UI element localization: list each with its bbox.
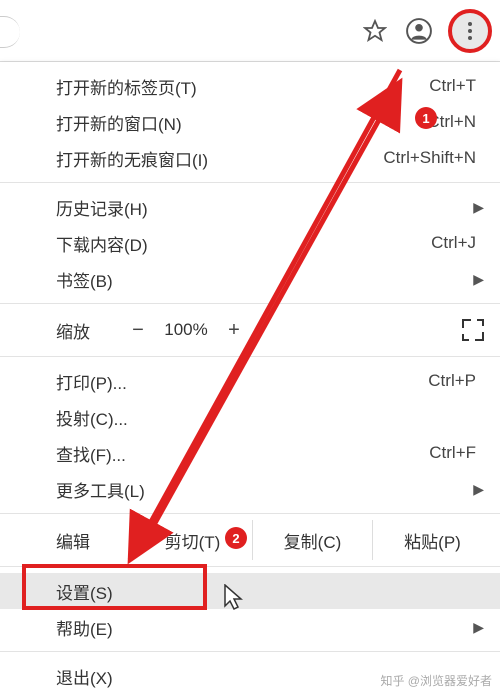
main-menu-button[interactable] [448, 9, 492, 53]
menu-label: 帮助(E) [56, 615, 476, 640]
menu-label: 打开新的标签页(T) [56, 74, 429, 99]
paste-button[interactable]: 粘贴(P) [372, 520, 492, 560]
menu-divider [0, 513, 500, 514]
zoom-value: 100% [156, 320, 216, 340]
menu-label: 打印(P)... [56, 369, 428, 394]
chevron-right-icon: ▶ [473, 619, 484, 636]
menu-label: 打开新的无痕窗口(I) [56, 146, 383, 171]
watermark: 知乎 @浏览器爱好者 [380, 672, 492, 689]
menu-divider [0, 303, 500, 304]
menu-shortcut: Ctrl+F [429, 443, 476, 463]
chevron-right-icon: ▶ [473, 481, 484, 498]
menu-label: 投射(C)... [56, 405, 476, 430]
menu-label: 设置(S) [56, 579, 476, 604]
copy-button[interactable]: 复制(C) [252, 520, 372, 560]
menu-shortcut: Ctrl+J [431, 233, 476, 253]
kebab-icon [468, 22, 472, 40]
main-menu: 打开新的标签页(T) Ctrl+T 打开新的窗口(N) Ctrl+N 打开新的无… [0, 62, 500, 700]
browser-toolbar [0, 0, 500, 62]
menu-print[interactable]: 打印(P)... Ctrl+P [0, 363, 500, 399]
chevron-right-icon: ▶ [473, 199, 484, 216]
menu-label: 更多工具(L) [56, 477, 476, 502]
menu-new-incognito[interactable]: 打开新的无痕窗口(I) Ctrl+Shift+N [0, 140, 500, 176]
zoom-in-button[interactable]: + [216, 319, 252, 342]
menu-find[interactable]: 查找(F)... Ctrl+F [0, 435, 500, 471]
edit-label: 编辑 [56, 528, 132, 553]
menu-edit: 编辑 剪切(T) 复制(C) 粘贴(P) [0, 520, 500, 560]
menu-new-tab[interactable]: 打开新的标签页(T) Ctrl+T [0, 68, 500, 104]
zoom-out-button[interactable]: − [120, 319, 156, 342]
menu-downloads[interactable]: 下载内容(D) Ctrl+J [0, 225, 500, 261]
menu-label: 下载内容(D) [56, 231, 431, 256]
menu-shortcut: Ctrl+P [428, 371, 476, 391]
profile-icon[interactable] [404, 16, 434, 46]
bookmark-star-icon[interactable] [360, 16, 390, 46]
annotation-badge-2: 2 [225, 527, 247, 549]
menu-more-tools[interactable]: 更多工具(L) ▶ [0, 471, 500, 507]
menu-label: 查找(F)... [56, 441, 429, 466]
chevron-right-icon: ▶ [473, 271, 484, 288]
menu-label: 历史记录(H) [56, 195, 476, 220]
menu-divider [0, 182, 500, 183]
zoom-label: 缩放 [56, 318, 90, 343]
menu-help[interactable]: 帮助(E) ▶ [0, 609, 500, 645]
menu-shortcut: Ctrl+T [429, 76, 476, 96]
menu-label: 打开新的窗口(N) [56, 110, 427, 135]
menu-divider [0, 651, 500, 652]
omnibox-edge [0, 16, 20, 48]
menu-shortcut: Ctrl+Shift+N [383, 148, 476, 168]
fullscreen-icon[interactable] [462, 319, 484, 341]
menu-divider [0, 566, 500, 567]
menu-cast[interactable]: 投射(C)... [0, 399, 500, 435]
menu-bookmarks[interactable]: 书签(B) ▶ [0, 261, 500, 297]
menu-divider [0, 356, 500, 357]
menu-history[interactable]: 历史记录(H) ▶ [0, 189, 500, 225]
menu-settings[interactable]: 设置(S) [0, 573, 500, 609]
menu-zoom: 缩放 − 100% + [0, 310, 500, 350]
annotation-badge-1: 1 [415, 107, 437, 129]
menu-label: 书签(B) [56, 267, 476, 292]
